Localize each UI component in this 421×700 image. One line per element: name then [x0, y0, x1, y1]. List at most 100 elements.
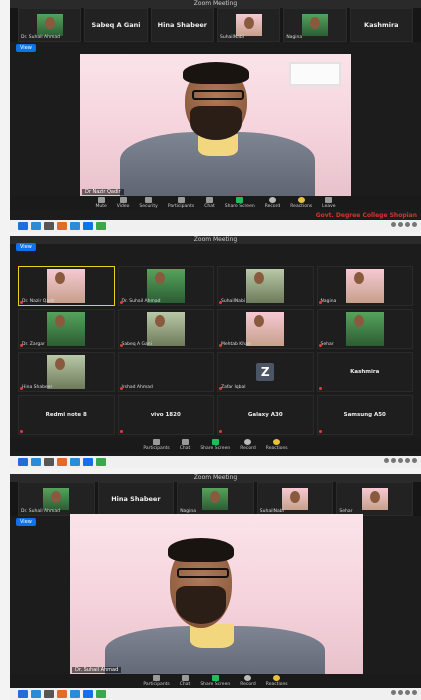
participant-strip: Dr. Suhail Ahmad Sabeq A Gani Hina Shabeer…: [10, 8, 421, 42]
muted-mic-icon: [318, 430, 322, 433]
reactions-button[interactable]: Reactions: [266, 439, 288, 451]
hp-icon[interactable]: [44, 458, 54, 466]
participant-video-thumb: [282, 488, 309, 510]
gallery-tile[interactable]: Irshad Ahmad: [117, 352, 214, 392]
gallery-tile[interactable]: Sabeq A Gani: [117, 309, 214, 349]
participant-tile[interactable]: Hina Shabeer: [150, 8, 214, 42]
control-label: Reactions: [265, 446, 288, 451]
active-speaker-video: Dr. Suhail Ahmad: [70, 514, 363, 674]
meeting-controls: Participants Chat Share Screen Record Reacti…: [10, 674, 421, 688]
word-icon[interactable]: [31, 222, 41, 230]
chrome-icon[interactable]: [96, 458, 106, 466]
muted-mic-icon: [119, 430, 123, 433]
control-label: Share Screen: [224, 204, 255, 209]
gallery-tile[interactable]: Sehar: [316, 309, 413, 349]
windows-taskbar: [10, 456, 421, 468]
share-screen-button[interactable]: Share Screen: [225, 197, 255, 209]
chrome-icon[interactable]: [96, 222, 106, 230]
word-icon[interactable]: [31, 690, 41, 698]
control-label: Participants: [143, 682, 170, 687]
gallery-tile[interactable]: Samsung A50: [316, 395, 413, 435]
participant-strip: Dr. Suhail Ahmad Hina Shabeer Nagina Suhail…: [10, 482, 421, 516]
record-button[interactable]: Record: [265, 197, 280, 209]
gallery-tile[interactable]: Dr. Zargar: [18, 309, 115, 349]
participants-button[interactable]: Participants: [168, 197, 194, 209]
gallery-tile[interactable]: Dr. Suhail Ahmad: [117, 266, 214, 306]
participants-icon: [153, 675, 161, 681]
participants-button[interactable]: Participants: [143, 675, 170, 687]
chat-button[interactable]: Chat: [180, 439, 190, 451]
participant-label: Dr. Nazir Qadir: [22, 299, 56, 304]
share-screen-button[interactable]: Share Screen: [200, 675, 230, 687]
muted-mic-icon: [20, 430, 23, 433]
participant-label: Nagina: [286, 35, 303, 40]
gallery-tile[interactable]: Galaxy A30: [217, 395, 314, 435]
gallery-tile[interactable]: Dr. Nazir Qadir: [18, 266, 115, 306]
participant-label: Nagina: [320, 299, 337, 304]
leave-button[interactable]: Leave: [322, 197, 336, 209]
record-button[interactable]: Record: [240, 675, 256, 687]
participant-tile[interactable]: Dr. Suhail Ahmad: [18, 482, 95, 516]
participants-button[interactable]: Participants: [143, 439, 170, 451]
video-button[interactable]: Video: [117, 197, 129, 209]
zoom-icon[interactable]: [83, 458, 93, 466]
start-icon[interactable]: [18, 222, 28, 230]
muted-mic-icon: [119, 387, 123, 390]
explorer-icon[interactable]: [70, 458, 80, 466]
gallery-tile[interactable]: SuhailNabi: [217, 266, 314, 306]
view-chip[interactable]: View: [16, 518, 36, 526]
zoom-icon[interactable]: [83, 222, 93, 230]
start-icon[interactable]: [18, 458, 28, 466]
muted-mic-icon: [119, 344, 123, 347]
reactions-button[interactable]: Reactions: [290, 197, 312, 209]
control-label: Reactions: [265, 682, 288, 687]
gallery-tile[interactable]: Nagina: [316, 266, 413, 306]
gallery-tile[interactable]: Redmi note 8: [18, 395, 115, 435]
participant-tile[interactable]: Sehar: [336, 482, 413, 516]
participant-label: Sehar: [320, 342, 334, 347]
mute-button[interactable]: Mute: [95, 197, 107, 209]
participant-tile[interactable]: Dr. Suhail Ahmad: [18, 8, 82, 42]
share-screen-button[interactable]: Share Screen: [200, 439, 230, 451]
office-icon[interactable]: [57, 222, 67, 230]
chat-button[interactable]: Chat: [180, 675, 190, 687]
participant-label: Mehtab Khan: [221, 342, 251, 347]
participant-tile[interactable]: Kashmira: [349, 8, 413, 42]
start-icon[interactable]: [18, 690, 28, 698]
participant-tile[interactable]: SuhailNabi: [216, 8, 281, 42]
record-icon: [244, 439, 252, 445]
hp-icon[interactable]: [44, 222, 54, 230]
reactions-button[interactable]: Reactions: [266, 675, 288, 687]
control-label: Chat: [204, 204, 215, 209]
explorer-icon[interactable]: [70, 222, 80, 230]
participant-tile[interactable]: Nagina: [177, 482, 254, 516]
system-tray: [391, 222, 417, 227]
hp-icon[interactable]: [44, 690, 54, 698]
gallery-tile[interactable]: Kashmira: [316, 352, 413, 392]
zoom-icon[interactable]: [83, 690, 93, 698]
participant-tile[interactable]: Nagina: [283, 8, 347, 42]
chrome-icon[interactable]: [96, 690, 106, 698]
gallery-tile[interactable]: Z Zafar Iqbal: [217, 352, 314, 392]
participant-tile[interactable]: Sabeq A Gani: [84, 8, 148, 42]
control-label: Record: [240, 446, 256, 451]
speaker-glasses: [192, 90, 244, 100]
windows-taskbar: [10, 688, 421, 700]
office-icon[interactable]: [57, 458, 67, 466]
muted-mic-icon: [219, 344, 222, 347]
gallery-tile[interactable]: vivo 1820: [117, 395, 214, 435]
explorer-icon[interactable]: [70, 690, 80, 698]
participant-tile[interactable]: SuhailNabi: [256, 482, 334, 516]
record-button[interactable]: Record: [240, 439, 256, 451]
gallery-tile[interactable]: Mehtab Khan: [217, 309, 314, 349]
office-icon[interactable]: [57, 690, 67, 698]
gallery-tile[interactable]: Hina Shabeer: [18, 352, 115, 392]
view-chip[interactable]: View: [16, 44, 36, 52]
chat-button[interactable]: Chat: [204, 197, 215, 209]
view-chip[interactable]: View: [16, 243, 36, 251]
word-icon[interactable]: [31, 458, 41, 466]
participant-tile[interactable]: Hina Shabeer: [97, 482, 175, 516]
participant-video: [47, 269, 86, 303]
participant-video-thumb: [361, 488, 388, 510]
security-button[interactable]: Security: [139, 197, 158, 209]
